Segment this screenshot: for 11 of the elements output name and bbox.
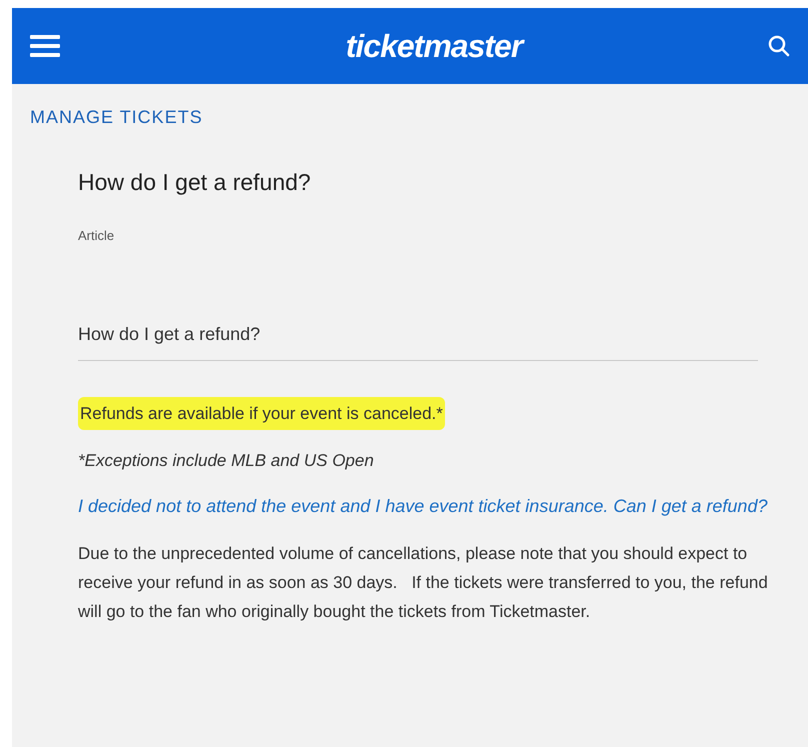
- answer-text: Due to the unprecedented volume of cancellations, please note that you should expect to receive your refund in as soon as 30 days. If the tickets were transferred to you, the refund will go to the fan who originally bought the tickets from Ticketmaster.: [78, 542, 768, 622]
- search-icon[interactable]: [768, 35, 790, 57]
- faq-link[interactable]: I decided not to attend the event and I have event ticket insurance. Can I get a refund?: [78, 492, 768, 520]
- article-title: How do I get a refund?: [78, 168, 312, 197]
- breadcrumb-link[interactable]: MANAGE TICKETS: [30, 104, 808, 131]
- exceptions-note: *Exceptions include MLB and US Open: [78, 450, 375, 472]
- answer-text: Refunds are available if your event is canceled.*: [78, 397, 445, 430]
- article-type-label: Article: [78, 226, 116, 244]
- question-heading: How do I get a refund?: [78, 321, 758, 361]
- menu-icon[interactable]: [30, 34, 60, 58]
- logo[interactable]: ticketmaster: [346, 22, 522, 70]
